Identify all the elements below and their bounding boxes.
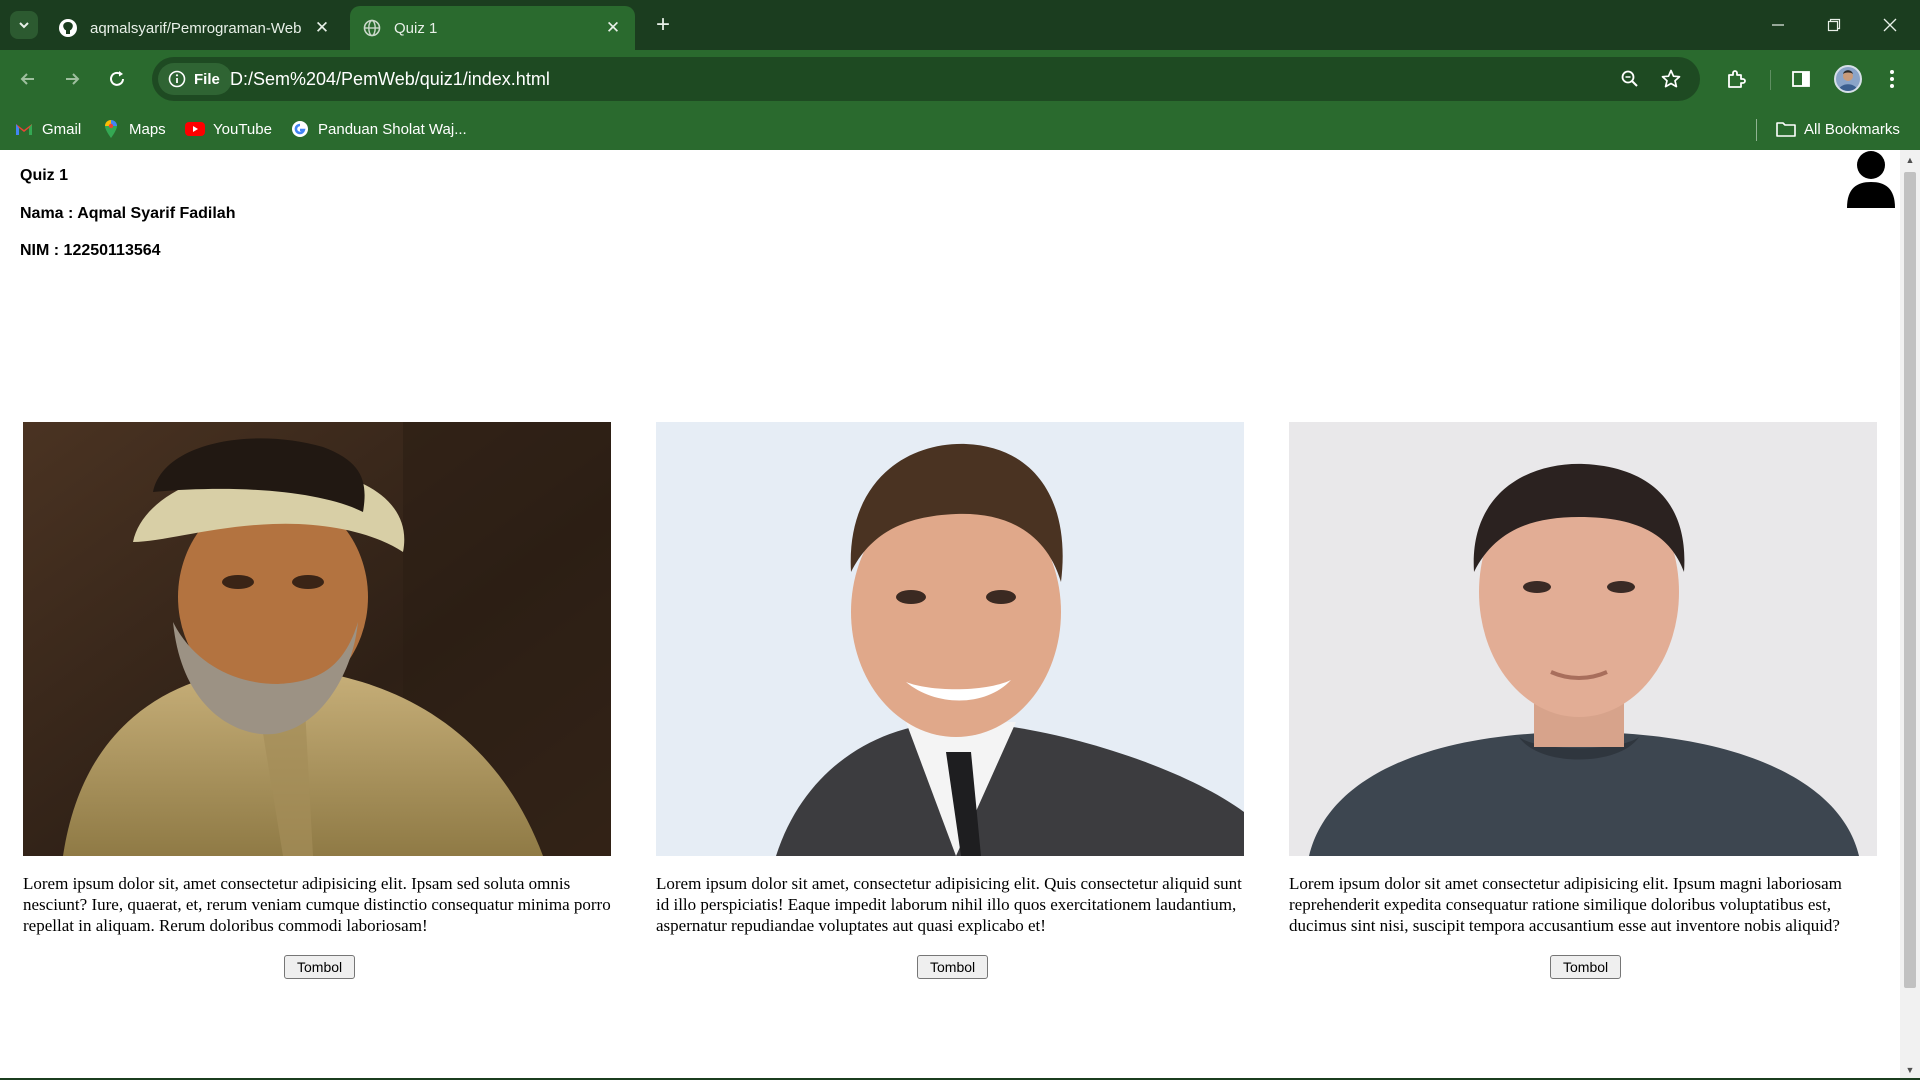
tab-quiz1[interactable]: Quiz 1 ✕	[350, 6, 635, 50]
reload-icon	[110, 71, 124, 86]
address-bar[interactable]: File D:/Sem%204/PemWeb/quiz1/index.html	[152, 57, 1700, 101]
tab-title: aqmalsyarif/Pemrograman-Web	[90, 19, 302, 37]
back-button[interactable]	[12, 63, 44, 95]
menu-icon[interactable]	[1878, 65, 1906, 93]
man-in-gray-tshirt-photo	[1289, 422, 1877, 856]
card-description: Lorem ipsum dolor sit amet consectetur a…	[1289, 874, 1842, 935]
card-description: Lorem ipsum dolor sit amet, consectetur …	[656, 874, 1242, 935]
zoom-icon[interactable]	[1618, 67, 1642, 91]
close-icon[interactable]: ✕	[603, 18, 623, 38]
minimize-button[interactable]	[1750, 0, 1806, 50]
man-in-suit-photo	[656, 422, 1244, 856]
folder-icon	[1776, 119, 1796, 139]
reload-button[interactable]	[101, 63, 133, 95]
bookmark-label: Maps	[129, 120, 166, 138]
bookmark-panduan-sholat[interactable]: Panduan Sholat Waj...	[290, 117, 467, 141]
tab-search-button[interactable]	[10, 11, 38, 39]
bookmark-label: YouTube	[213, 120, 272, 138]
bookmarks-divider	[1756, 119, 1757, 141]
close-icon	[1883, 18, 1897, 32]
tombol-button[interactable]: Tombol	[1550, 955, 1622, 979]
google-icon	[290, 119, 310, 139]
minimize-icon	[1772, 24, 1784, 26]
window-close-button[interactable]	[1862, 0, 1918, 50]
all-bookmarks-label: All Bookmarks	[1804, 120, 1900, 138]
page-viewport: Quiz 1 Nama : Aqmal Syarif Fadilah NIM :…	[0, 150, 1920, 1080]
toolbar-divider	[1770, 70, 1771, 90]
youtube-icon	[185, 119, 205, 139]
bookmark-gmail[interactable]: Gmail	[14, 117, 81, 141]
extensions-icon[interactable]	[1722, 65, 1750, 93]
tab-github[interactable]: aqmalsyarif/Pemrograman-Web ✕	[46, 6, 344, 50]
bookmarks-bar: Gmail Maps YouTube Panduan Sholat Waj...…	[0, 108, 1920, 150]
maps-icon	[101, 119, 121, 139]
browser-toolbar: File D:/Sem%204/PemWeb/quiz1/index.html	[0, 50, 1920, 108]
profile-avatar[interactable]	[1834, 65, 1862, 93]
side-panel-icon[interactable]	[1787, 65, 1815, 93]
site-info-chip[interactable]: File	[158, 63, 232, 95]
site-info-label: File	[194, 70, 220, 88]
tombol-button[interactable]: Tombol	[917, 955, 989, 979]
all-bookmarks-button[interactable]: All Bookmarks	[1776, 117, 1900, 141]
bookmark-label: Gmail	[42, 120, 82, 138]
github-icon	[58, 18, 78, 38]
info-icon	[168, 70, 186, 88]
tab-title: Quiz 1	[394, 19, 438, 37]
scroll-up-icon[interactable]: ▲	[1904, 153, 1916, 167]
star-icon[interactable]	[1659, 67, 1683, 91]
student-nim: NIM : 12250113564	[20, 242, 161, 259]
arrow-left-icon	[20, 73, 34, 85]
portrait-painting-image	[23, 422, 611, 856]
tab-strip: aqmalsyarif/Pemrograman-Web ✕ Quiz 1 ✕ +	[0, 0, 1920, 50]
vertical-scrollbar[interactable]: ▲ ▼	[1900, 150, 1920, 1080]
chevron-down-icon	[19, 22, 29, 29]
close-icon[interactable]: ✕	[312, 18, 332, 38]
globe-icon	[362, 18, 382, 38]
tombol-button[interactable]: Tombol	[284, 955, 356, 979]
user-icon	[1847, 151, 1895, 208]
bookmark-maps[interactable]: Maps	[101, 117, 166, 141]
forward-button[interactable]	[56, 63, 88, 95]
page-heading: Quiz 1	[20, 167, 69, 184]
scroll-down-icon[interactable]: ▼	[1904, 1063, 1916, 1077]
bookmark-label: Panduan Sholat Waj...	[318, 120, 467, 138]
student-name: Nama : Aqmal Syarif Fadilah	[20, 205, 236, 222]
restore-icon	[1827, 18, 1841, 32]
restore-button[interactable]	[1806, 0, 1862, 50]
bookmark-youtube[interactable]: YouTube	[185, 117, 272, 141]
url-text[interactable]: D:/Sem%204/PemWeb/quiz1/index.html	[230, 69, 550, 90]
new-tab-button[interactable]: +	[650, 11, 676, 38]
card-description: Lorem ipsum dolor sit, amet consectetur …	[23, 874, 611, 935]
scroll-thumb[interactable]	[1904, 172, 1916, 988]
gmail-icon	[14, 119, 34, 139]
arrow-right-icon	[66, 73, 80, 85]
